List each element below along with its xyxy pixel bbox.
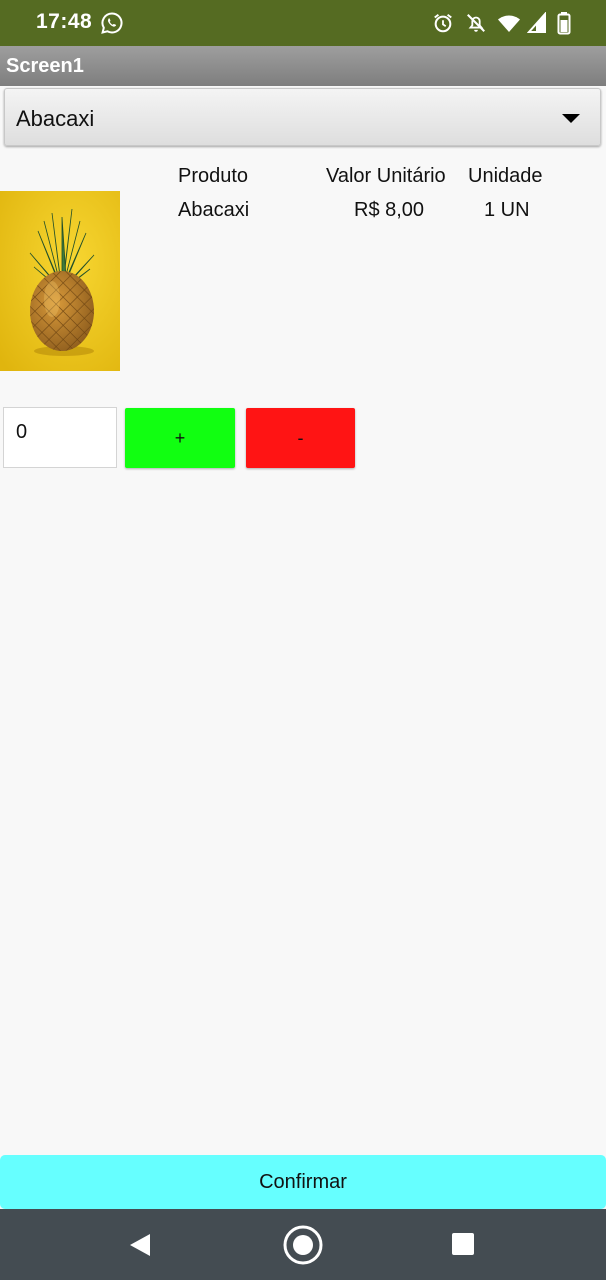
recents-icon[interactable] [452,1233,474,1255]
status-bar: 17:48 [0,0,606,46]
product-image [0,191,120,371]
header-produto: Produto [178,165,249,187]
dropdown-arrow-icon [562,114,580,123]
screen-title: Screen1 [6,55,84,77]
cell-valor-unitario: R$ 8,00 [354,199,425,221]
navigation-bar [0,1209,606,1280]
cell-signal-icon [527,12,546,33]
cell-unidade: 1 UN [484,199,530,221]
status-time: 17:48 [36,10,93,33]
app-title-bar: Screen1 [0,46,606,86]
quantity-value: 0 [16,421,28,443]
wifi-icon [498,15,520,32]
decrement-button[interactable]: - [246,408,355,468]
increment-button[interactable]: + [125,408,235,468]
cell-produto: Abacaxi [178,199,250,221]
home-icon[interactable] [282,1224,324,1266]
notifications-off-icon [467,14,485,32]
header-valor-unitario: Valor Unitário [326,165,446,187]
product-spinner[interactable]: Abacaxi [4,88,601,146]
header-unidade: Unidade [468,165,543,187]
quantity-field[interactable]: 0 [3,407,117,468]
back-icon[interactable] [128,1233,152,1257]
pineapple-icon [0,191,120,371]
spinner-selected-value: Abacaxi [16,106,95,131]
alarm-icon [434,13,452,33]
confirm-button[interactable]: Confirmar [0,1155,606,1209]
whatsapp-icon [101,12,123,34]
battery-icon [557,12,571,35]
